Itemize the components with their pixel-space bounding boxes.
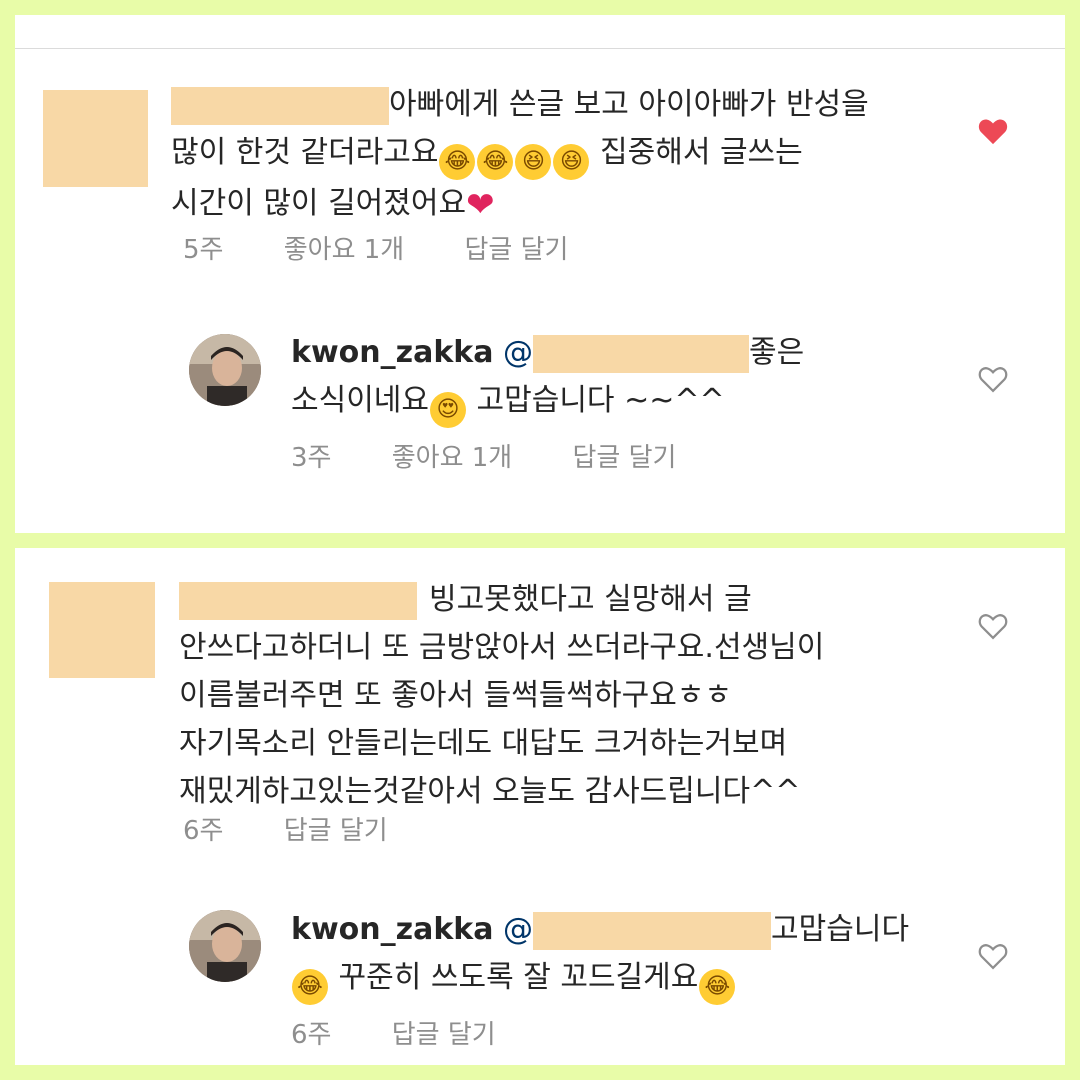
username[interactable]: kwon_zakka [291, 912, 494, 947]
mention[interactable]: @ [503, 334, 750, 373]
comment-panel-2: 빙고못했다고 실망해서 글 안쓰다고하더니 또 금방앉아서 쓰더라구요.선생님이… [15, 548, 1065, 1065]
reply-meta: 6주 답글 달기 [291, 1014, 496, 1051]
profile-photo [189, 334, 261, 406]
comment-meta: 5주 좋아요 1개 답글 달기 [183, 229, 568, 266]
avatar[interactable] [189, 334, 261, 406]
likes-count[interactable]: 좋아요 1개 [392, 437, 513, 474]
reply-meta: 3주 좋아요 1개 답글 달기 [291, 437, 676, 474]
username[interactable]: kwon_zakka [291, 335, 494, 370]
likes-count[interactable]: 좋아요 1개 [284, 229, 405, 266]
tears-of-joy-emoji: 😂 [292, 969, 328, 1005]
comment-time[interactable]: 6주 [183, 810, 223, 847]
laughing-emoji: 😆 [515, 144, 552, 180]
reply-button[interactable]: 답글 달기 [284, 810, 388, 847]
heart-eyes-emoji: 😍 [430, 392, 466, 428]
heart-outline-icon [978, 367, 1008, 393]
comment-text: 빙고못했다고 실망해서 글 안쓰다고하더니 또 금방앉아서 쓰더라구요.선생님이… [179, 581, 825, 809]
comment-text: 아빠에게 쓴글 보고 아이아빠가 반성을 많이 한것 같더라고요 😂 😂 😆 😆 집중해… [171, 86, 869, 225]
tears-of-joy-emoji: 😂 [477, 144, 514, 180]
avatar[interactable] [189, 910, 261, 982]
reply-text: kwon_zakka @ 고맙습니다 😂 꾸준히 쓰도록 잘 꼬드길게요 😂 [291, 906, 909, 1005]
mention[interactable]: @ [503, 911, 772, 950]
tears-of-joy-emoji: 😂 [439, 144, 476, 180]
redacted-mention [533, 911, 772, 950]
like-button[interactable] [975, 938, 1011, 974]
reply-text: kwon_zakka @ 좋은 소식이네요 😍 고맙습니다 ~~^^ [291, 329, 804, 428]
redacted-mention [533, 334, 750, 373]
redacted-username[interactable] [179, 581, 417, 620]
heart-filled-icon [978, 119, 1008, 145]
reply-button[interactable]: 답글 달기 [465, 229, 569, 266]
heart-outline-icon [978, 944, 1008, 970]
heart-outline-icon [978, 614, 1008, 640]
reply-time[interactable]: 6주 [291, 1014, 331, 1051]
reply-button[interactable]: 답글 달기 [573, 437, 677, 474]
laughing-emoji: 😆 [553, 144, 590, 180]
comment-time[interactable]: 5주 [183, 229, 223, 266]
divider [15, 48, 1065, 49]
comment-meta: 6주 답글 달기 [183, 810, 388, 847]
reply-button[interactable]: 답글 달기 [392, 1014, 496, 1051]
comment-panel-1: 아빠에게 쓴글 보고 아이아빠가 반성을 많이 한것 같더라고요 😂 😂 😆 😆 집중해… [15, 15, 1065, 533]
like-button[interactable] [975, 608, 1011, 644]
redacted-avatar [49, 582, 155, 678]
like-button[interactable] [975, 361, 1011, 397]
tears-of-joy-emoji: 😂 [699, 969, 736, 1005]
red-heart-emoji: ❤ [466, 185, 495, 225]
redacted-username[interactable] [171, 86, 389, 125]
redacted-avatar [43, 90, 148, 187]
like-button[interactable] [975, 113, 1011, 149]
profile-photo [189, 910, 261, 982]
reply-time[interactable]: 3주 [291, 437, 331, 474]
